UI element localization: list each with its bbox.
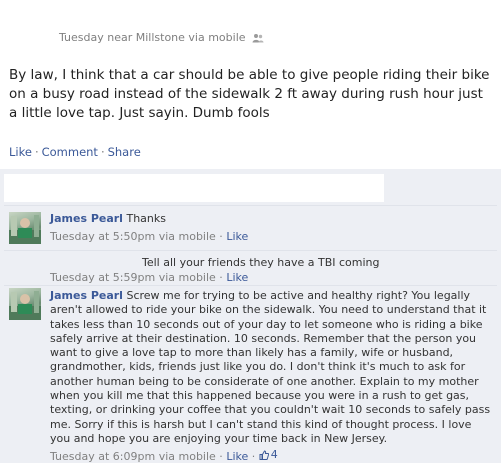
post-actions: Like · Comment · Share (9, 145, 141, 159)
post-text: By law, I think that a car should be abl… (9, 67, 490, 121)
post-meta-text: Tuesday near Millstone via mobile (59, 31, 246, 44)
comment-2-meta: Tuesday at 5:59pm via mobile · Like (50, 271, 249, 284)
comment-author[interactable]: James Pearl (50, 289, 123, 302)
comment-divider (4, 285, 497, 286)
comment-like-link[interactable]: Like (226, 230, 248, 243)
like-link[interactable]: Like (9, 145, 32, 159)
friends-icon[interactable] (252, 33, 264, 43)
separator: · (100, 145, 105, 159)
comment-divider (4, 205, 497, 206)
like-count-value: 4 (270, 448, 278, 462)
comment-meta: Tuesday at 6:09pm via mobile · Like · 4 (50, 448, 278, 464)
comment-author[interactable]: James Pearl (50, 212, 123, 225)
comment-meta: Tuesday at 5:50pm via mobile · Like (50, 230, 249, 244)
comment-link[interactable]: Comment (42, 145, 98, 159)
comment-text: Screw me for trying to be active and hea… (50, 289, 491, 445)
comment-2-text: Tell all your friends they have a TBI co… (142, 256, 380, 269)
avatar[interactable] (9, 212, 41, 244)
post-meta: Tuesday near Millstone via mobile (59, 31, 264, 44)
like-count[interactable]: 4 (259, 448, 278, 462)
thumbs-up-icon (259, 450, 269, 461)
comment-divider (4, 250, 497, 251)
avatar[interactable] (9, 288, 41, 320)
comment-time[interactable]: Tuesday at 5:59pm via mobile (50, 271, 216, 284)
comment-like-link[interactable]: Like (226, 450, 248, 463)
share-link[interactable]: Share (108, 145, 141, 159)
comment-like-link[interactable]: Like (226, 271, 248, 284)
comment-1: James Pearl Thanks Tuesday at 5:50pm via… (50, 212, 495, 245)
comment-time[interactable]: Tuesday at 5:50pm via mobile (50, 230, 216, 243)
separator: · (34, 145, 39, 159)
redacted-bar (4, 174, 384, 202)
comment-3: James Pearl Screw me for trying to be ac… (50, 289, 495, 465)
comment-time[interactable]: Tuesday at 6:09pm via mobile (50, 450, 216, 463)
comment-text: Thanks (126, 212, 166, 225)
